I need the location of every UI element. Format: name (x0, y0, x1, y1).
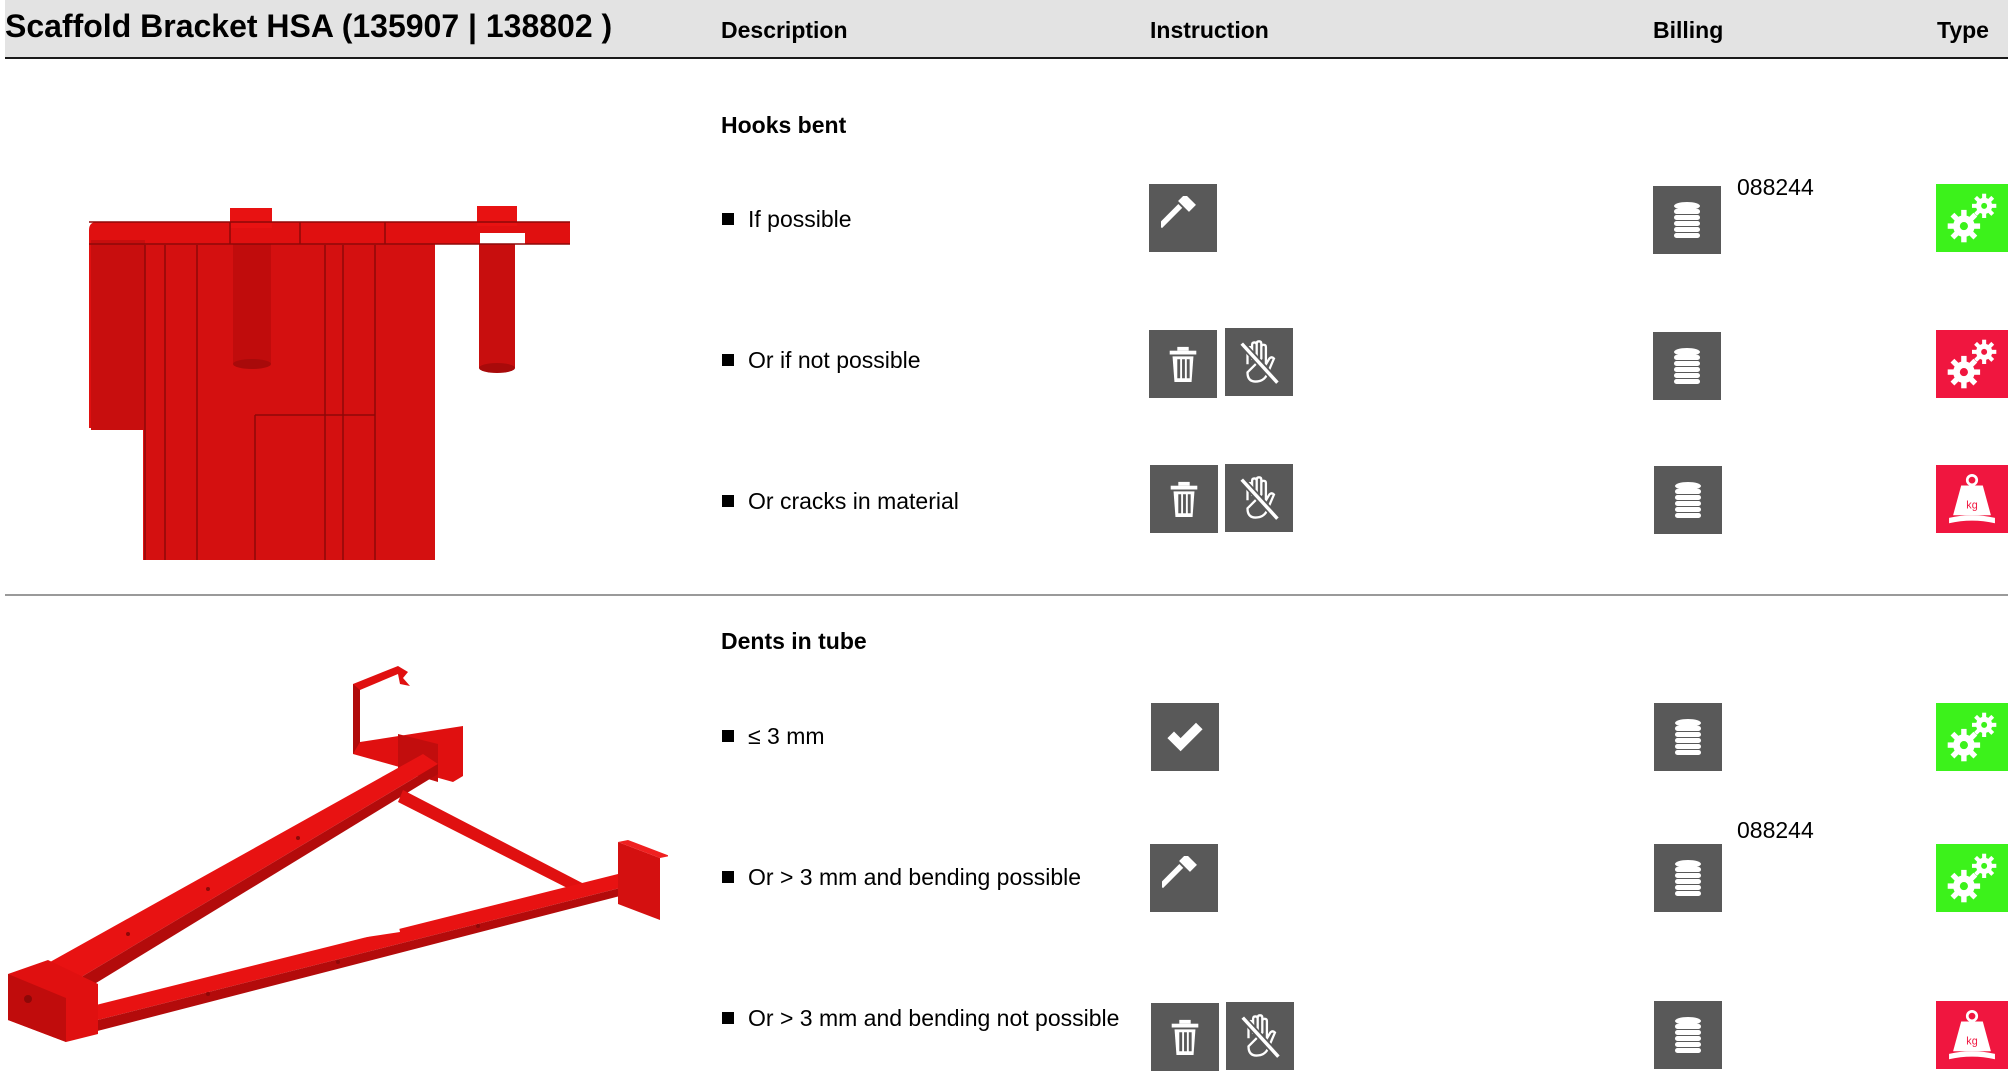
gears-icon (1936, 330, 2008, 398)
table-header: Scaffold Bracket HSA (135907 | 138802 ) … (5, 0, 2008, 59)
gears-icon (1936, 184, 2008, 252)
coin-stack-icon (1654, 1001, 1722, 1069)
billing-code: 088244 (1737, 174, 1814, 200)
section-divider (5, 594, 2008, 596)
checkmark-icon (1151, 703, 1219, 771)
column-header-type: Type (1937, 17, 1989, 43)
bullet-icon (722, 871, 734, 883)
gears-icon (1936, 703, 2008, 771)
list-item: If possible (722, 206, 852, 233)
section-title-dents-in-tube: Dents in tube (721, 628, 867, 654)
trash-icon (1150, 465, 1218, 533)
coin-stack-icon (1654, 466, 1722, 534)
no-hand-icon (1226, 1002, 1294, 1070)
column-header-billing: Billing (1653, 17, 1724, 43)
gears-icon (1936, 844, 2008, 912)
list-item: ≤ 3 mm (722, 723, 825, 750)
weight-label: kg (1966, 499, 1977, 511)
weight-kg-icon: kg (1936, 1001, 2008, 1069)
bullet-icon (722, 495, 734, 507)
page-title: Scaffold Bracket HSA (135907 | 138802 ) (5, 8, 613, 44)
bullet-icon (722, 354, 734, 366)
section-title-hooks-bent: Hooks bent (721, 112, 847, 138)
no-hand-icon (1225, 464, 1293, 532)
bullet-icon (722, 213, 734, 225)
trash-icon (1149, 330, 1217, 398)
list-item: Or if not possible (722, 347, 921, 374)
billing-code: 088244 (1737, 817, 1814, 843)
column-header-instruction: Instruction (1150, 17, 1269, 43)
hammer-icon (1149, 184, 1217, 252)
coin-stack-icon (1653, 332, 1721, 400)
no-hand-icon (1225, 328, 1293, 396)
hammer-icon (1150, 844, 1218, 912)
bullet-icon (722, 730, 734, 742)
coin-stack-icon (1654, 844, 1722, 912)
bracket-hook-closeup-illustration (85, 200, 575, 565)
weight-kg-icon: kg (1936, 465, 2008, 533)
weight-label: kg (1966, 1035, 1977, 1047)
list-item: Or cracks in material (722, 488, 959, 515)
bullet-icon (722, 1012, 734, 1024)
coin-stack-icon (1653, 186, 1721, 254)
list-item: Or > 3 mm and bending possible (722, 864, 1081, 891)
list-item: Or > 3 mm and bending not possible (722, 1005, 1119, 1032)
column-header-description: Description (721, 17, 848, 43)
coin-stack-icon (1654, 703, 1722, 771)
bracket-full-view-illustration (8, 664, 670, 1049)
trash-icon (1151, 1003, 1219, 1071)
